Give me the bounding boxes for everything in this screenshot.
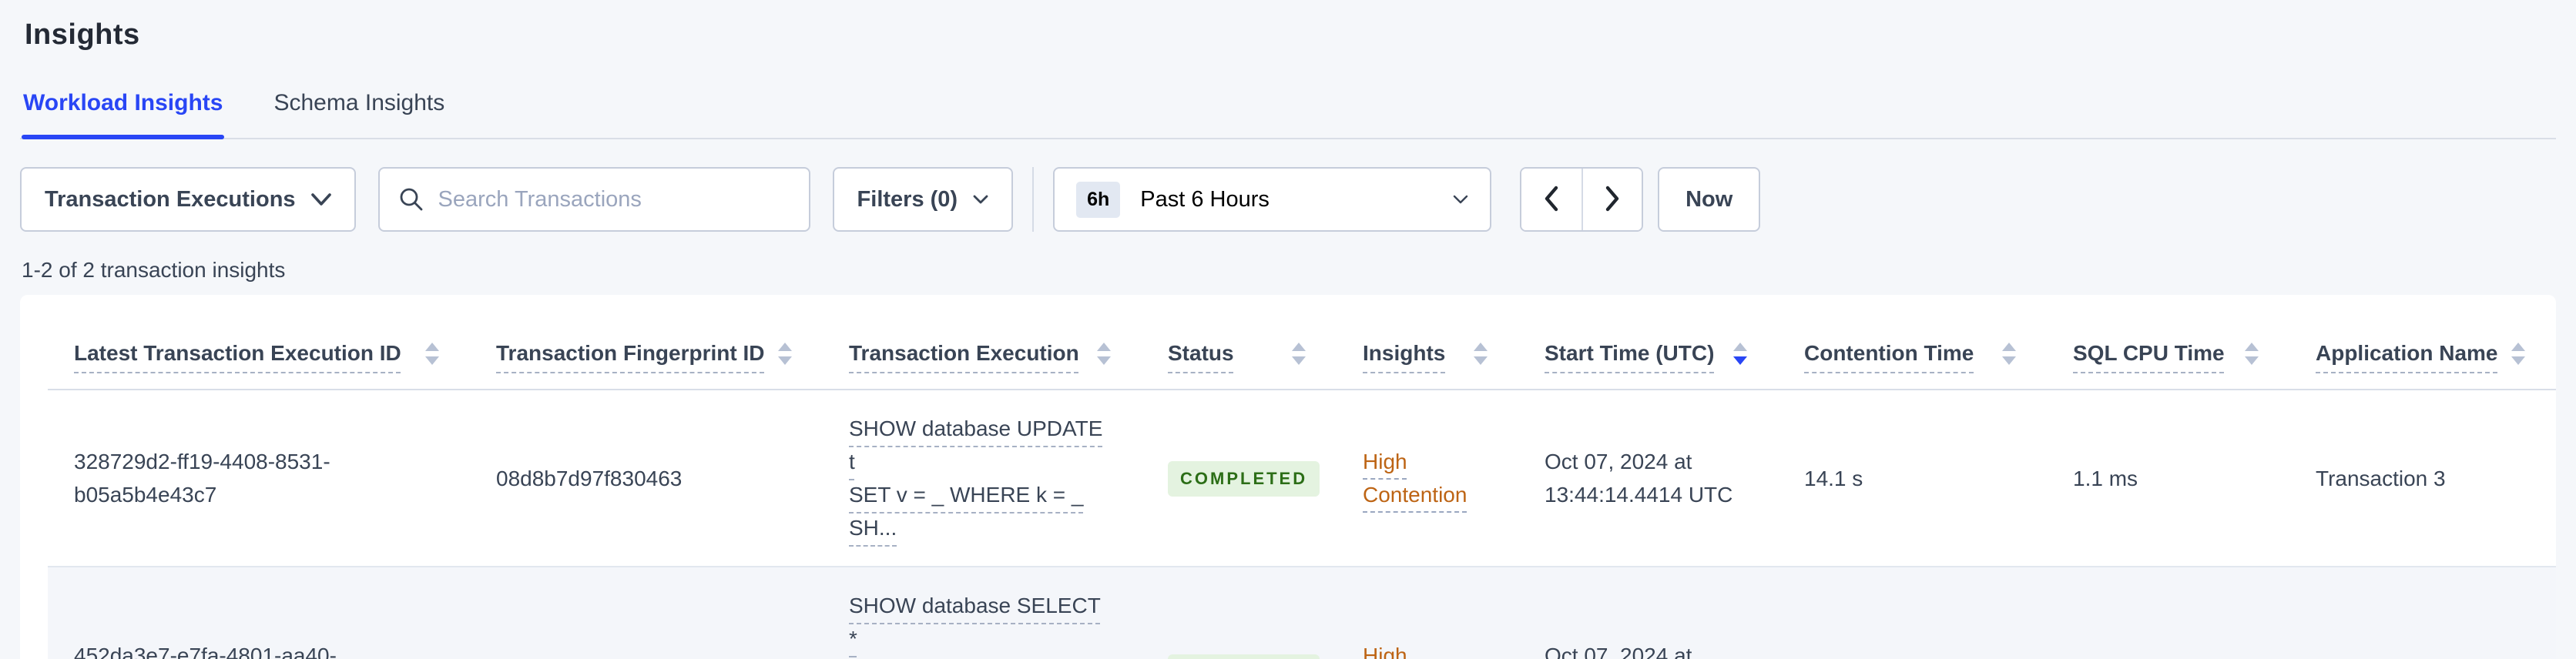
sort-asc-triangle xyxy=(2245,342,2259,351)
column-header-label: Start Time (UTC) xyxy=(1545,341,1715,365)
insight-link[interactable]: High Contention xyxy=(1363,644,1467,659)
results-count: 1-2 of 2 transaction insights xyxy=(22,258,286,282)
tab-bar: Workload Insights Schema Insights xyxy=(20,90,2556,139)
sort-asc-triangle xyxy=(1292,342,1306,351)
column-header-start-time-utc[interactable]: Start Time (UTC) xyxy=(1518,295,1778,390)
cell-contention-time: 14.1 s xyxy=(1804,466,1863,490)
filters-button[interactable]: Filters (0) xyxy=(832,167,1014,232)
tab-workload-insights[interactable]: Workload Insights xyxy=(21,90,225,139)
tab-label: Workload Insights xyxy=(23,90,223,115)
sort-icon[interactable] xyxy=(1292,342,1306,365)
sort-icon[interactable] xyxy=(1097,342,1111,365)
sort-desc-triangle xyxy=(2002,356,2016,365)
cell-sql-cpu-time: 1.1 ms xyxy=(2073,466,2138,490)
column-header-label: Status xyxy=(1168,341,1234,365)
sort-icon[interactable] xyxy=(2002,342,2016,365)
sort-desc-triangle xyxy=(2511,356,2525,365)
execution-type-label: Transaction Executions xyxy=(45,186,296,212)
column-header-label: Insights xyxy=(1363,341,1446,365)
now-button[interactable]: Now xyxy=(1658,167,1761,232)
toolbar: Transaction Executions Filters (0) 6h Pa… xyxy=(20,167,2556,232)
column-header-sql-cpu-time[interactable]: SQL CPU Time xyxy=(2047,295,2289,390)
time-range-label: Past 6 Hours xyxy=(1140,186,1270,212)
sort-desc-triangle xyxy=(1733,356,1747,365)
column-header-insights[interactable]: Insights xyxy=(1337,295,1518,390)
sort-icon[interactable] xyxy=(425,342,439,365)
cell-application-name: Transaction 3 xyxy=(2316,466,2446,490)
execution-type-dropdown[interactable]: Transaction Executions xyxy=(20,167,356,232)
tab-label: Schema Insights xyxy=(273,90,445,115)
column-header-label: Transaction Execution xyxy=(849,341,1079,365)
sort-asc-triangle xyxy=(1733,342,1747,351)
sort-asc-triangle xyxy=(778,342,792,351)
tab-schema-insights[interactable]: Schema Insights xyxy=(273,90,444,138)
cell-start-time: Oct 07, 2024 at 13:44:14.4414 UTC xyxy=(1545,450,1733,507)
column-header-label: Contention Time xyxy=(1804,341,1974,365)
sort-desc-triangle xyxy=(425,356,439,365)
column-header-latest-transaction-execution-id[interactable]: Latest Transaction Execution ID xyxy=(48,295,470,390)
chevron-left-icon xyxy=(1544,186,1559,214)
sort-asc-triangle xyxy=(425,342,439,351)
insights-table-card: Latest Transaction Execution ID Transacti… xyxy=(20,295,2556,659)
chevron-right-icon xyxy=(1605,186,1620,214)
status-badge: COMPLETED xyxy=(1168,460,1320,497)
insights-page: Insights Workload Insights Schema Insigh… xyxy=(0,18,2576,659)
filters-label: Filters (0) xyxy=(857,186,958,212)
column-header-application-name[interactable]: Application Name xyxy=(2289,295,2556,390)
sort-desc-triangle xyxy=(2245,356,2259,365)
page-title: Insights xyxy=(25,18,140,51)
column-header-label: Transaction Fingerprint ID xyxy=(496,341,765,365)
column-header-contention-time[interactable]: Contention Time xyxy=(1778,295,2047,390)
column-header-label: Application Name xyxy=(2316,341,2498,365)
cell-latest-execution-id: 452da3e7-e7fa-4801-aa40-c59988d14eb6 xyxy=(74,643,337,659)
sort-desc-triangle xyxy=(1474,356,1488,365)
sort-icon[interactable] xyxy=(2245,342,2259,365)
search-input-wrapper xyxy=(377,167,810,232)
cell-start-time: Oct 07, 2024 at 13:44:07.447 UTC xyxy=(1545,643,1692,659)
column-header-transaction-fingerprint-id[interactable]: Transaction Fingerprint ID xyxy=(470,295,823,390)
cell-latest-execution-id: 328729d2-ff19-4408-8531-b05a5b4e43c7 xyxy=(74,450,330,507)
sort-icon[interactable] xyxy=(1733,342,1747,365)
column-header-transaction-execution[interactable]: Transaction Execution xyxy=(823,295,1142,390)
time-range-picker[interactable]: 6h Past 6 Hours xyxy=(1053,167,1492,232)
table-header-row: Latest Transaction Execution ID Transacti… xyxy=(48,295,2556,390)
sort-asc-triangle xyxy=(1474,342,1488,351)
time-step-buttons xyxy=(1520,167,1644,232)
sort-asc-triangle xyxy=(2511,342,2525,351)
time-range-badge: 6h xyxy=(1076,181,1121,218)
time-prev-button[interactable] xyxy=(1521,169,1582,230)
table-row: 452da3e7-e7fa-4801-aa40-c59988d14eb6480a… xyxy=(48,567,2556,659)
time-next-button[interactable] xyxy=(1581,169,1642,230)
column-header-label: Latest Transaction Execution ID xyxy=(74,341,401,365)
status-badge: COMPLETED xyxy=(1168,654,1320,659)
sort-desc-triangle xyxy=(778,356,792,365)
column-header-label: SQL CPU Time xyxy=(2073,341,2225,365)
cell-fingerprint-id: 08d8b7d97f830463 xyxy=(496,466,683,490)
chevron-down-icon xyxy=(973,195,988,205)
column-header-status[interactable]: Status xyxy=(1142,295,1337,390)
transaction-execution-link[interactable]: SHOW database UPDATE t SET v = _ WHERE k… xyxy=(849,416,1102,540)
chevron-down-icon xyxy=(310,192,331,206)
chevron-down-icon xyxy=(1453,195,1468,205)
transaction-execution-link[interactable]: SHOW database SELECT * FROM t WHERE k = … xyxy=(849,594,1101,659)
table-row: 328729d2-ff19-4408-8531-b05a5b4e43c7 08d8… xyxy=(48,390,2556,567)
sort-desc-triangle xyxy=(1097,356,1111,365)
sort-desc-triangle xyxy=(1292,356,1306,365)
toolbar-divider xyxy=(1032,167,1035,232)
sort-icon[interactable] xyxy=(2511,342,2525,365)
sort-asc-triangle xyxy=(2002,342,2016,351)
transaction-insights-table: Latest Transaction Execution ID Transacti… xyxy=(48,295,2556,659)
search-icon xyxy=(398,186,424,212)
insight-link[interactable]: High Contention xyxy=(1363,450,1467,507)
sort-icon[interactable] xyxy=(1474,342,1488,365)
sort-icon[interactable] xyxy=(778,342,792,365)
search-input[interactable] xyxy=(438,186,790,212)
sort-asc-triangle xyxy=(1097,342,1111,351)
